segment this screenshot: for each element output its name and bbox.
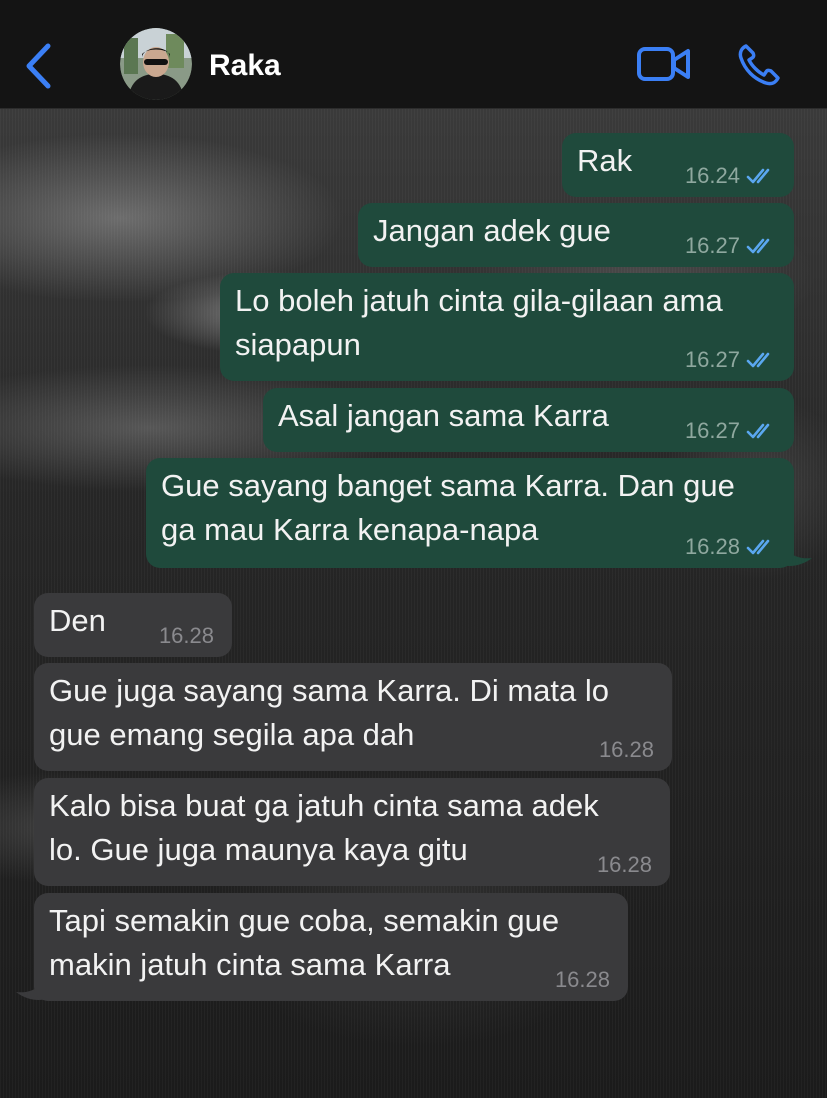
contact-name[interactable]: Raka xyxy=(209,48,281,84)
message-text: gue emang segila apa dah xyxy=(49,717,415,752)
message-time: 16.27 xyxy=(684,233,740,258)
double-check-icon xyxy=(746,423,770,439)
message-meta: 16.28 xyxy=(555,967,610,993)
message-bubble-outgoing[interactable]: Lo boleh jatuh cinta gila-gilaan ama sia… xyxy=(220,273,794,381)
message-time: 16.27 xyxy=(684,347,740,372)
message-bubble-outgoing[interactable]: Jangan adek gue 16.27 xyxy=(358,203,794,267)
message-time: 16.28 xyxy=(596,852,652,877)
message-meta: 16.27 xyxy=(685,418,776,444)
message-text: Asal jangan sama Karra xyxy=(278,398,609,433)
message-meta: 16.28 xyxy=(597,852,652,878)
message-bubble-incoming[interactable]: Gue juga sayang sama Karra. Di mata lo g… xyxy=(34,663,672,771)
message-time: 16.28 xyxy=(598,737,654,762)
message-text: Jangan adek gue xyxy=(373,213,611,248)
message-bubble-outgoing[interactable]: Gue sayang banget sama Karra. Dan gue ga… xyxy=(146,458,794,568)
message-meta: 16.28 xyxy=(599,737,654,763)
message-bubble-incoming[interactable]: Kalo bisa buat ga jatuh cinta sama adek … xyxy=(34,778,670,886)
message-meta: 16.24 xyxy=(685,163,776,189)
message-meta: 16.28 xyxy=(159,623,214,649)
double-check-icon xyxy=(746,352,770,368)
video-camera-icon[interactable] xyxy=(636,44,692,84)
message-text: Gue juga sayang sama Karra. Di mata lo xyxy=(49,673,609,708)
message-text: lo. Gue juga maunya kaya gitu xyxy=(49,832,468,867)
chat-header: Raka xyxy=(0,0,827,109)
message-meta: 16.27 xyxy=(685,233,776,259)
message-text: Tapi semakin gue coba, semakin gue xyxy=(49,903,560,938)
message-bubble-outgoing[interactable]: Asal jangan sama Karra 16.27 xyxy=(263,388,794,452)
message-time: 16.28 xyxy=(554,967,610,992)
chevron-left-icon[interactable] xyxy=(20,40,60,92)
double-check-icon xyxy=(746,539,770,555)
message-text: Kalo bisa buat ga jatuh cinta sama adek xyxy=(49,788,599,823)
message-time: 16.28 xyxy=(684,534,740,559)
message-text: Rak xyxy=(577,143,633,178)
message-time: 16.24 xyxy=(684,163,740,188)
double-check-icon xyxy=(746,168,770,184)
double-check-icon xyxy=(746,238,770,254)
message-text: ga mau Karra kenapa-napa xyxy=(161,512,539,547)
message-text: siapapun xyxy=(235,327,361,362)
chat-screen: Raka Rak 16.24 Jangan adek gue 16.27 Lo … xyxy=(0,0,827,1098)
message-bubble-incoming[interactable]: Tapi semakin gue coba, semakin gue makin… xyxy=(34,893,628,1001)
message-meta: 16.28 xyxy=(685,534,776,560)
message-time: 16.28 xyxy=(158,623,214,648)
message-text: Den xyxy=(49,603,106,638)
message-bubble-incoming[interactable]: Den 16.28 xyxy=(34,593,232,657)
avatar[interactable] xyxy=(120,28,192,100)
message-bubble-outgoing[interactable]: Rak 16.24 xyxy=(562,133,794,197)
message-text: Gue sayang banget sama Karra. Dan gue xyxy=(161,468,735,503)
message-time: 16.27 xyxy=(684,418,740,443)
phone-icon[interactable] xyxy=(736,42,782,88)
message-text: Lo boleh jatuh cinta gila-gilaan ama xyxy=(235,283,723,318)
message-meta: 16.27 xyxy=(685,347,776,373)
message-text: makin jatuh cinta sama Karra xyxy=(49,947,451,982)
